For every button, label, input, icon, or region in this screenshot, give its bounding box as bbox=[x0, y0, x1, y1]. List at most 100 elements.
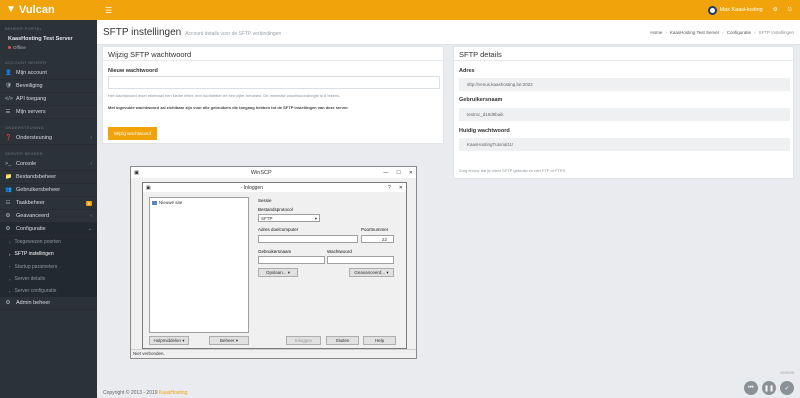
rewind-icon[interactable]: ⏮ bbox=[744, 381, 758, 395]
brand-name: Vulcan bbox=[19, 4, 55, 16]
section-label-support: ONDERSTEUNING bbox=[5, 125, 45, 130]
manage-label: Beheer bbox=[219, 338, 235, 343]
close-button[interactable]: Sluiten bbox=[326, 336, 359, 345]
manage-button[interactable]: Beheer ▾ bbox=[209, 336, 249, 345]
user-menu[interactable]: Max KaasHosting bbox=[707, 5, 763, 15]
breadcrumb-current: SFTP Instellingen bbox=[758, 29, 794, 35]
sidebar: ▼ Vulcan BEHEER PORTAL KaasHosting Test … bbox=[0, 0, 97, 398]
configuratie-subnav: › Toegewezen poorten › SFTP instellingen ›… bbox=[0, 236, 97, 298]
server-name: KaasHosting Test Server bbox=[8, 36, 73, 42]
breadcrumb-home[interactable]: Home bbox=[650, 30, 662, 35]
change-password-button[interactable]: Wijzig wachtwoord bbox=[108, 127, 157, 140]
vulcan-logo-icon: ▼ bbox=[6, 4, 16, 15]
site-tree[interactable]: Nieuwe site bbox=[149, 197, 249, 333]
pass-label: Wachtwoord bbox=[327, 249, 352, 254]
protocol-value: SFTP bbox=[261, 216, 273, 221]
sidebar-item-label: Taakbeheer bbox=[16, 200, 45, 206]
subnav-item-sftp-instellingen[interactable]: › SFTP instellingen bbox=[0, 248, 97, 260]
tree-item-label: Nieuwe site bbox=[159, 200, 183, 205]
page-header: SFTP instellingen Account details voor d… bbox=[97, 20, 800, 45]
tree-item-new-site[interactable]: Nieuwe site bbox=[152, 200, 246, 205]
sidebar-item-configuratie[interactable]: ⚙ Configuratie ⌄ bbox=[0, 223, 97, 236]
close-icon[interactable]: ✕ bbox=[409, 170, 413, 176]
check-icon[interactable]: ✓ bbox=[780, 381, 794, 395]
current-password-field[interactable]: KaasHostingTutorial11! bbox=[459, 138, 790, 151]
chevron-down-icon: ⌄ bbox=[87, 226, 92, 232]
page-title: SFTP instellingen bbox=[103, 26, 182, 38]
sidebar-item-console[interactable]: >_ Console ‹ bbox=[0, 158, 97, 171]
chevron-down-icon: ▾ bbox=[235, 337, 239, 343]
sidebar-item-bestandsbeheer[interactable]: 📁 Bestandsbeheer bbox=[0, 171, 97, 184]
breadcrumb: Home › KaasHosting Test Server › Configu… bbox=[650, 30, 794, 35]
sidebar-item-mijn-servers[interactable]: ☰ Mijn servers bbox=[0, 106, 97, 119]
chevron-right-icon: › bbox=[9, 276, 11, 282]
subnav-item-toegewezen-poorten[interactable]: › Toegewezen poorten bbox=[0, 236, 97, 248]
sidebar-item-beveiliging[interactable]: 🛡 Beveiliging bbox=[0, 80, 97, 93]
login-label: Inloggen bbox=[294, 338, 313, 343]
page-subtitle: Account details voor de SFTP verbindinge… bbox=[185, 30, 282, 37]
address-field[interactable]: sftp://venus.kaashosting.be:2022 bbox=[459, 78, 790, 91]
sidebar-item-ondersteuning[interactable]: ❓ Ondersteuning ‹ bbox=[0, 132, 97, 145]
protocol-label: Bestandsprotocol bbox=[258, 207, 293, 212]
save-label: Opslaan... bbox=[265, 270, 287, 275]
code-icon: </> bbox=[5, 96, 13, 102]
subnav-item-server-configuratie[interactable]: › Server configuratie bbox=[0, 285, 97, 297]
subnav-item-server-details[interactable]: › Server details bbox=[0, 273, 97, 285]
section-label-server: BEHEER PORTAL bbox=[5, 26, 43, 31]
subnav-item-startup-parameters[interactable]: › Startup parameters bbox=[0, 261, 97, 273]
port-input[interactable]: 22 bbox=[361, 235, 394, 243]
username-field[interactable]: testmc_d19d9baik bbox=[459, 108, 790, 121]
login-button[interactable]: Inloggen bbox=[286, 336, 321, 345]
admin-gear-icon[interactable]: ⚙ bbox=[773, 7, 778, 13]
media-time: 00:00:05 bbox=[780, 371, 794, 375]
window-controls: — ☐ ✕ bbox=[383, 170, 413, 176]
session-label: Sessie bbox=[258, 198, 272, 203]
footer-brand-link[interactable]: KaasHosting. bbox=[159, 390, 189, 396]
tasks-icon: ☷ bbox=[5, 200, 11, 206]
logo[interactable]: ▼ Vulcan bbox=[0, 0, 97, 20]
sidebar-item-label: API toegang bbox=[16, 96, 47, 102]
tools-button[interactable]: Hulpmiddelen ▾ bbox=[149, 336, 189, 345]
window-controls: ? ✕ bbox=[388, 185, 403, 191]
advanced-button[interactable]: Geavanceerd... ▾ bbox=[349, 268, 394, 277]
user-input[interactable] bbox=[258, 256, 325, 264]
sidebar-item-api-toegang[interactable]: </> API toegang bbox=[0, 93, 97, 106]
subnav-label: Startup parameters bbox=[14, 263, 58, 270]
users-icon: 👥 bbox=[5, 187, 12, 193]
sidebar-item-taakbeheer[interactable]: ☷ Taakbeheer 8 bbox=[0, 197, 97, 210]
sidebar-item-label: Admin beheer bbox=[16, 300, 51, 307]
save-button[interactable]: Opslaan... ▾ bbox=[258, 268, 298, 277]
host-label: Adres doelcomputer bbox=[258, 227, 299, 232]
media-controls: ⏮ ❚❚ ✓ bbox=[744, 381, 794, 395]
gear-icon: ⚙ bbox=[5, 226, 11, 232]
help-button[interactable]: Help bbox=[363, 336, 396, 345]
current-password-label: Huidig wachtwoord bbox=[459, 128, 510, 134]
minimize-icon[interactable]: — bbox=[383, 170, 388, 176]
sidebar-item-geavanceerd[interactable]: ⚙ Geavanceerd ‹ bbox=[0, 210, 97, 223]
breadcrumb-configuratie[interactable]: Configuratie bbox=[727, 30, 751, 35]
help-icon[interactable]: ? bbox=[388, 185, 391, 191]
maximize-icon[interactable]: ☐ bbox=[396, 170, 400, 176]
pause-icon[interactable]: ❚❚ bbox=[762, 381, 776, 395]
pass-input[interactable] bbox=[327, 256, 394, 264]
chevron-left-icon: ‹ bbox=[90, 213, 92, 219]
subnav-label: Toegewezen poorten bbox=[14, 239, 61, 246]
topbar: ☰ Max KaasHosting ⚙ ⎋ bbox=[97, 0, 800, 20]
chevron-right-icon: › bbox=[9, 251, 11, 257]
sidebar-item-label: Geavanceerd bbox=[16, 213, 50, 219]
protocol-select[interactable]: SFTP ▾ bbox=[258, 214, 320, 222]
account-nav: 👤 Mijn account 🛡 Beveiliging </> API toegan… bbox=[0, 67, 97, 119]
breadcrumb-server[interactable]: KaasHosting Test Server bbox=[670, 30, 719, 35]
breadcrumb-separator: › bbox=[665, 29, 667, 35]
new-password-input[interactable] bbox=[108, 76, 440, 89]
sidebar-item-gebruikersbeheer[interactable]: 👥 Gebruikersbeheer bbox=[0, 184, 97, 197]
logout-icon[interactable]: ⎋ bbox=[788, 7, 792, 14]
shield-icon: 🛡 bbox=[5, 83, 12, 89]
host-input[interactable] bbox=[258, 235, 358, 243]
sidebar-item-mijn-account[interactable]: 👤 Mijn account bbox=[0, 67, 97, 80]
sidebar-item-admin-beheer[interactable]: ⚙ Admin beheer bbox=[0, 297, 97, 311]
chevron-right-icon: › bbox=[9, 264, 11, 270]
menu-icon[interactable]: ☰ bbox=[105, 6, 112, 15]
close-icon[interactable]: ✕ bbox=[399, 185, 403, 191]
sidebar-item-label: Beveiliging bbox=[16, 83, 43, 89]
